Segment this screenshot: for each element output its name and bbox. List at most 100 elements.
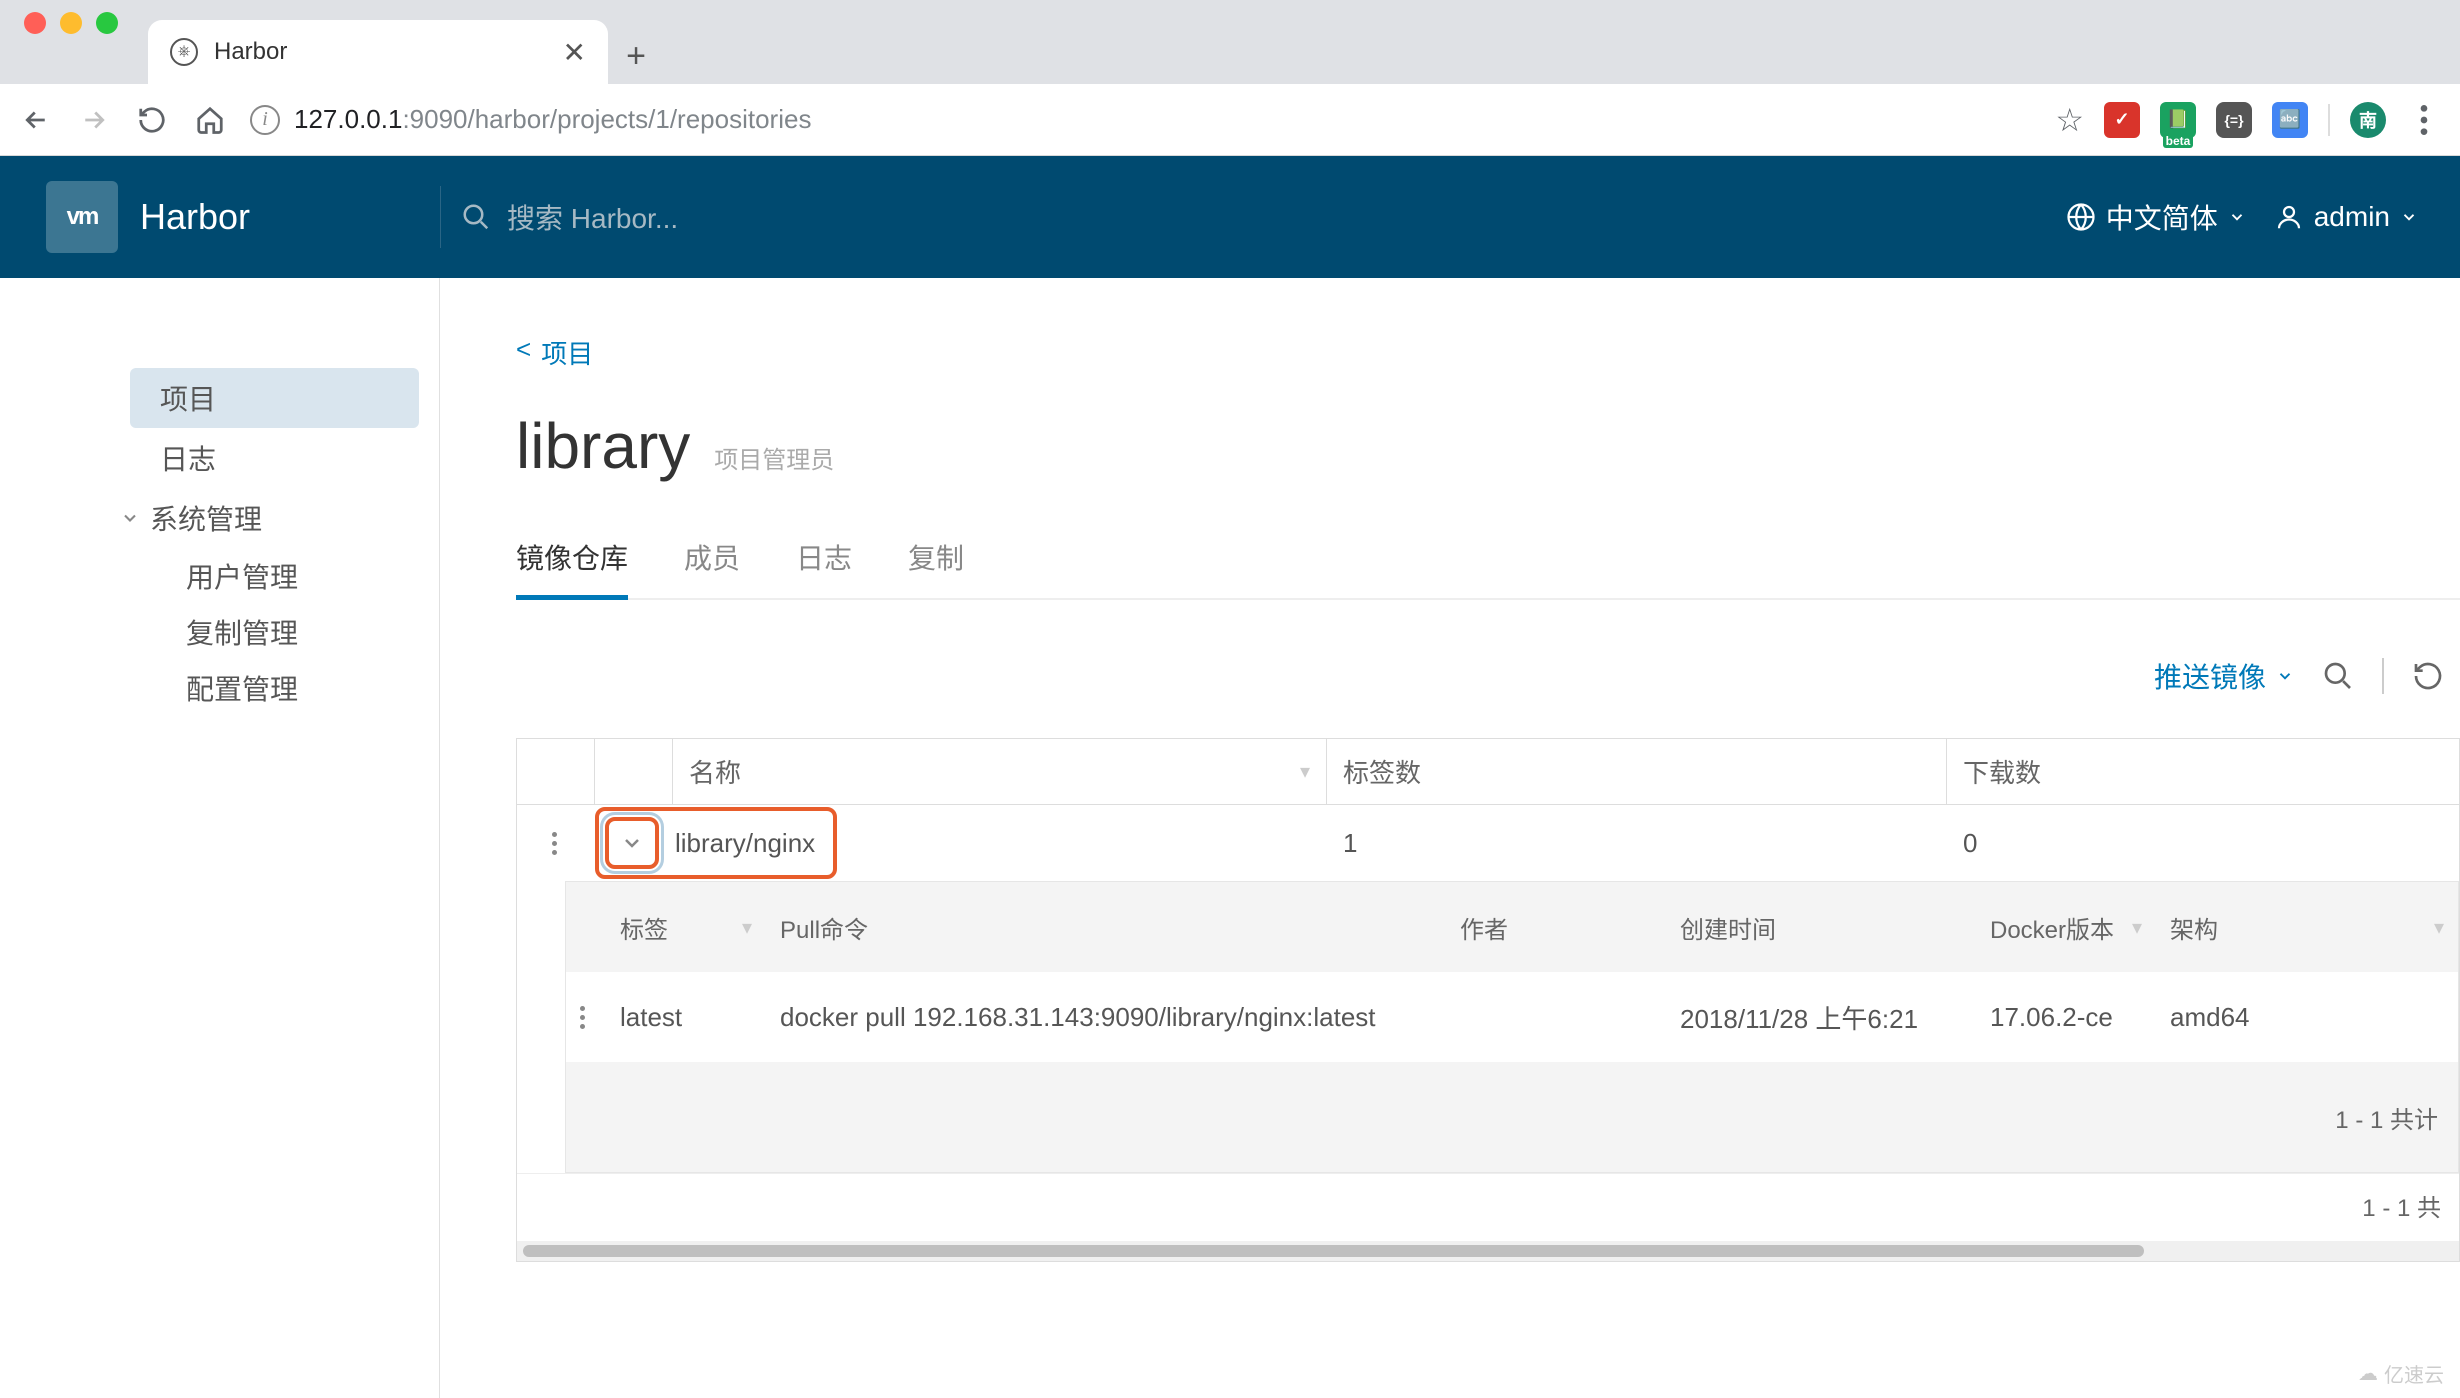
- site-info-icon[interactable]: i: [250, 105, 280, 135]
- window-controls: [14, 0, 148, 84]
- layout: 项目 日志 系统管理 用户管理 复制管理 配置管理 < 项目 library 项…: [0, 278, 2460, 1398]
- table-row[interactable]: library/nginx 1 0: [517, 805, 2459, 881]
- row-menu-icon[interactable]: [552, 832, 560, 855]
- back-button[interactable]: [18, 102, 54, 138]
- browser-addressbar: i 127.0.0.1:9090/harbor/projects/1/repos…: [0, 84, 2460, 156]
- filter-icon[interactable]: ▾: [1300, 759, 1310, 784]
- col-author[interactable]: 作者: [1460, 910, 1508, 945]
- forward-button[interactable]: [76, 102, 112, 138]
- scrollbar-thumb[interactable]: [523, 1245, 2144, 1257]
- app-header: vm Harbor 搜索 Harbor... 中文简体 admin: [0, 156, 2460, 278]
- project-title: library: [516, 409, 690, 483]
- tag-docker-ver: 17.06.2-ce: [1976, 1002, 2156, 1033]
- sidebar-item-users[interactable]: 用户管理: [0, 548, 439, 604]
- tabs: 镜像仓库 成员 日志 复制: [516, 537, 2460, 600]
- table-footer: 1 - 1 共: [517, 1173, 2459, 1237]
- horizontal-scrollbar[interactable]: [517, 1241, 2459, 1261]
- sidebar-group-system[interactable]: 系统管理: [0, 488, 439, 548]
- home-button[interactable]: [192, 102, 228, 138]
- tab-logs[interactable]: 日志: [796, 537, 852, 598]
- sidebar-item-config[interactable]: 配置管理: [0, 660, 439, 716]
- extension-icon-3[interactable]: {=}: [2216, 102, 2252, 138]
- expand-highlight: library/nginx: [595, 807, 837, 879]
- tab-title: Harbor: [214, 38, 547, 66]
- globe-icon: [2066, 202, 2096, 232]
- main-content: < 项目 library 项目管理员 镜像仓库 成员 日志 复制 推送镜像: [440, 278, 2460, 1398]
- language-selector[interactable]: 中文简体: [2066, 197, 2246, 237]
- sidebar: 项目 日志 系统管理 用户管理 复制管理 配置管理: [0, 278, 440, 1398]
- table-footer-text: 1 - 1 共: [2362, 1188, 2441, 1223]
- sidebar-item-replication[interactable]: 复制管理: [0, 604, 439, 660]
- repositories-table: 名称 ▾ 标签数 下载数: [516, 738, 2460, 1262]
- watermark-text: 亿速云: [2384, 1359, 2444, 1388]
- url-field[interactable]: i 127.0.0.1:9090/harbor/projects/1/repos…: [250, 104, 2033, 135]
- url-path: :9090/harbor/projects/1/repositories: [402, 104, 811, 134]
- tab-members[interactable]: 成员: [684, 537, 740, 598]
- new-tab-button[interactable]: +: [608, 28, 664, 84]
- col-created[interactable]: 创建时间: [1680, 910, 1776, 945]
- tags-header: 标签 ▾ Pull命令 作者 创建时间 Docker版本 ▾: [566, 882, 2458, 972]
- browser-menu-button[interactable]: [2406, 102, 2442, 138]
- tab-repositories[interactable]: 镜像仓库: [516, 537, 628, 600]
- chevron-down-icon: [2228, 208, 2246, 226]
- search-icon[interactable]: [2322, 660, 2354, 692]
- user-menu[interactable]: admin: [2274, 201, 2418, 233]
- col-docker[interactable]: Docker版本: [1990, 910, 2114, 945]
- extension-icon-1[interactable]: ✓: [2104, 102, 2140, 138]
- breadcrumb-back[interactable]: < 项目: [516, 334, 593, 371]
- language-label: 中文简体: [2106, 197, 2218, 237]
- repo-tags: 1: [1327, 828, 1947, 859]
- close-tab-button[interactable]: ✕: [563, 36, 586, 69]
- sidebar-group-label: 系统管理: [150, 498, 262, 538]
- search-placeholder: 搜索 Harbor...: [507, 197, 678, 237]
- push-image-button[interactable]: 推送镜像: [2154, 656, 2294, 696]
- chevron-down-icon: [2276, 667, 2294, 685]
- sidebar-item-projects[interactable]: 项目: [130, 368, 419, 428]
- repo-name[interactable]: library/nginx: [675, 828, 815, 859]
- repo-downloads: 0: [1947, 828, 2459, 859]
- maximize-window-button[interactable]: [96, 12, 118, 34]
- separator: [2328, 104, 2330, 136]
- browser-tabbar: ⎈ Harbor ✕ +: [0, 0, 2460, 84]
- profile-avatar[interactable]: 南: [2350, 102, 2386, 138]
- col-name[interactable]: 名称: [689, 753, 741, 790]
- tab-favicon: ⎈: [170, 38, 198, 66]
- close-window-button[interactable]: [24, 12, 46, 34]
- brand[interactable]: vm Harbor: [0, 181, 440, 253]
- tags-footer: 1 - 1 共计: [566, 1062, 2458, 1172]
- search-icon: [461, 202, 491, 232]
- reload-button[interactable]: [134, 102, 170, 138]
- global-search[interactable]: 搜索 Harbor...: [440, 186, 2066, 248]
- tag-arch: amd64: [2156, 1002, 2458, 1033]
- chevron-down-icon: [2400, 208, 2418, 226]
- cloud-icon: ☁: [2358, 1361, 2378, 1386]
- breadcrumb-chevron: <: [516, 334, 531, 371]
- user-name: admin: [2314, 201, 2390, 233]
- tag-row[interactable]: latest docker pull 192.168.31.143:9090/l…: [566, 972, 2458, 1062]
- refresh-icon[interactable]: [2412, 660, 2444, 692]
- col-downloads[interactable]: 下载数: [1963, 753, 2041, 790]
- user-icon: [2274, 202, 2304, 232]
- filter-icon[interactable]: ▾: [742, 915, 752, 940]
- header-right: 中文简体 admin: [2066, 197, 2460, 237]
- col-tag[interactable]: 标签: [620, 910, 668, 945]
- row-menu-icon[interactable]: [580, 1006, 588, 1029]
- expand-row-button[interactable]: [605, 817, 659, 869]
- table-header: 名称 ▾ 标签数 下载数: [517, 739, 2459, 805]
- tags-table: 标签 ▾ Pull命令 作者 创建时间 Docker版本 ▾: [565, 881, 2459, 1173]
- filter-icon[interactable]: ▾: [2132, 915, 2142, 940]
- extension-icon-2[interactable]: 📗beta: [2160, 102, 2196, 138]
- filter-icon[interactable]: ▾: [2434, 915, 2444, 940]
- col-pull[interactable]: Pull命令: [780, 910, 868, 945]
- project-role: 项目管理员: [714, 440, 834, 475]
- col-arch[interactable]: 架构: [2170, 910, 2218, 945]
- minimize-window-button[interactable]: [60, 12, 82, 34]
- sidebar-item-logs[interactable]: 日志: [0, 428, 439, 488]
- bookmark-icon[interactable]: ☆: [2055, 101, 2084, 139]
- col-tags[interactable]: 标签数: [1343, 753, 1421, 790]
- tab-replication[interactable]: 复制: [908, 537, 964, 598]
- browser-tab[interactable]: ⎈ Harbor ✕: [148, 20, 608, 84]
- watermark: ☁ 亿速云: [2358, 1359, 2444, 1388]
- push-image-label: 推送镜像: [2154, 656, 2266, 696]
- translate-icon[interactable]: 🔤: [2272, 102, 2308, 138]
